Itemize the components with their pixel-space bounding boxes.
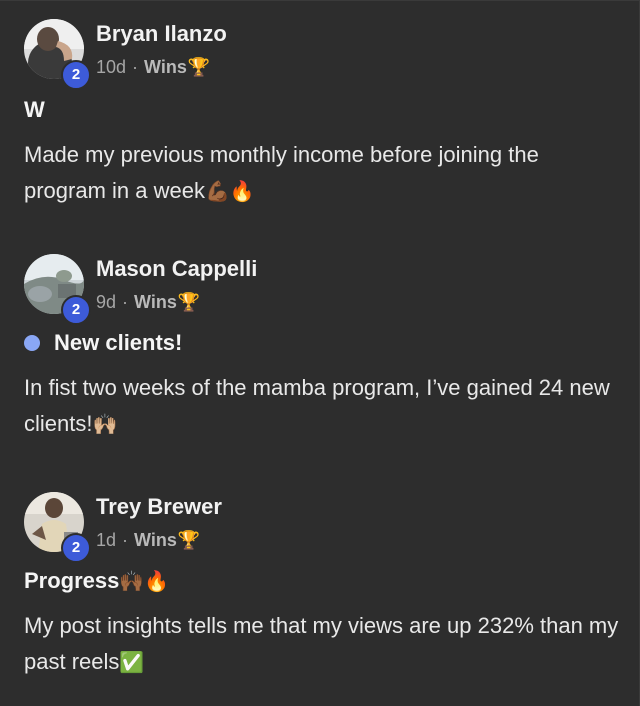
post-age: 10d — [96, 57, 127, 77]
level-badge: 2 — [61, 295, 91, 325]
post-body: My post insights tells me that my views … — [24, 608, 624, 681]
community-feed: 2 Bryan Ilanzo 10d · Wins🏆 W Made my previ… — [0, 0, 640, 706]
trophy-icon: 🏆 — [177, 292, 201, 312]
post-meta: 1d · Wins🏆 — [96, 530, 200, 551]
post-title-text: New clients! — [54, 330, 183, 355]
post-card[interactable]: 2 Mason Cappelli 9d · Wins🏆 New clients! I… — [24, 254, 614, 443]
post-meta: 10d · Wins🏆 — [96, 57, 210, 78]
raising-hands-emoji: 🙌🏼 — [92, 414, 118, 436]
post-title[interactable]: W — [24, 97, 614, 123]
post-card[interactable]: 2 Bryan Ilanzo 10d · Wins🏆 W Made my previ… — [24, 19, 614, 210]
post-title-text: W — [24, 97, 45, 122]
meta-separator: · — [122, 292, 129, 312]
unread-dot-icon — [24, 335, 40, 351]
post-age: 1d — [96, 530, 117, 550]
flexed-arm-fire-emoji: 💪🏾🔥 — [204, 181, 255, 203]
post-age: 9d — [96, 292, 117, 312]
post-body: Made my previous monthly income before j… — [24, 137, 624, 210]
raising-hands-fire-emoji: 🙌🏾🔥 — [119, 570, 170, 593]
meta-separator: · — [132, 57, 139, 77]
category-label[interactable]: Wins — [144, 57, 187, 77]
category-label[interactable]: Wins — [134, 292, 177, 312]
trophy-icon: 🏆 — [187, 57, 211, 77]
post-body-text: Made my previous monthly income before j… — [24, 142, 539, 203]
post-body-text: My post insights tells me that my views … — [24, 613, 619, 674]
post-header: 2 Mason Cappelli 9d · Wins🏆 — [24, 254, 614, 325]
author-name[interactable]: Bryan Ilanzo — [96, 21, 227, 47]
level-badge: 2 — [61, 60, 91, 90]
level-badge: 2 — [61, 533, 91, 563]
post-header: 2 Trey Brewer 1d · Wins🏆 — [24, 492, 614, 563]
post-title-text: Progress — [24, 568, 120, 593]
post-title[interactable]: New clients! — [24, 330, 614, 356]
post-body: In fist two weeks of the mamba program, … — [24, 370, 624, 443]
author-name[interactable]: Mason Cappelli — [96, 256, 257, 282]
author-name[interactable]: Trey Brewer — [96, 494, 222, 520]
post-card[interactable]: 2 Trey Brewer 1d · Wins🏆 Progress 🙌🏾🔥 My po… — [24, 492, 618, 681]
check-mark-emoji: ✅ — [119, 652, 145, 674]
post-title[interactable]: Progress 🙌🏾🔥 — [24, 568, 614, 594]
meta-separator: · — [122, 530, 129, 550]
post-meta: 9d · Wins🏆 — [96, 292, 200, 313]
post-header: 2 Bryan Ilanzo 10d · Wins🏆 — [24, 19, 614, 90]
trophy-icon: 🏆 — [177, 530, 201, 550]
category-label[interactable]: Wins — [134, 530, 177, 550]
